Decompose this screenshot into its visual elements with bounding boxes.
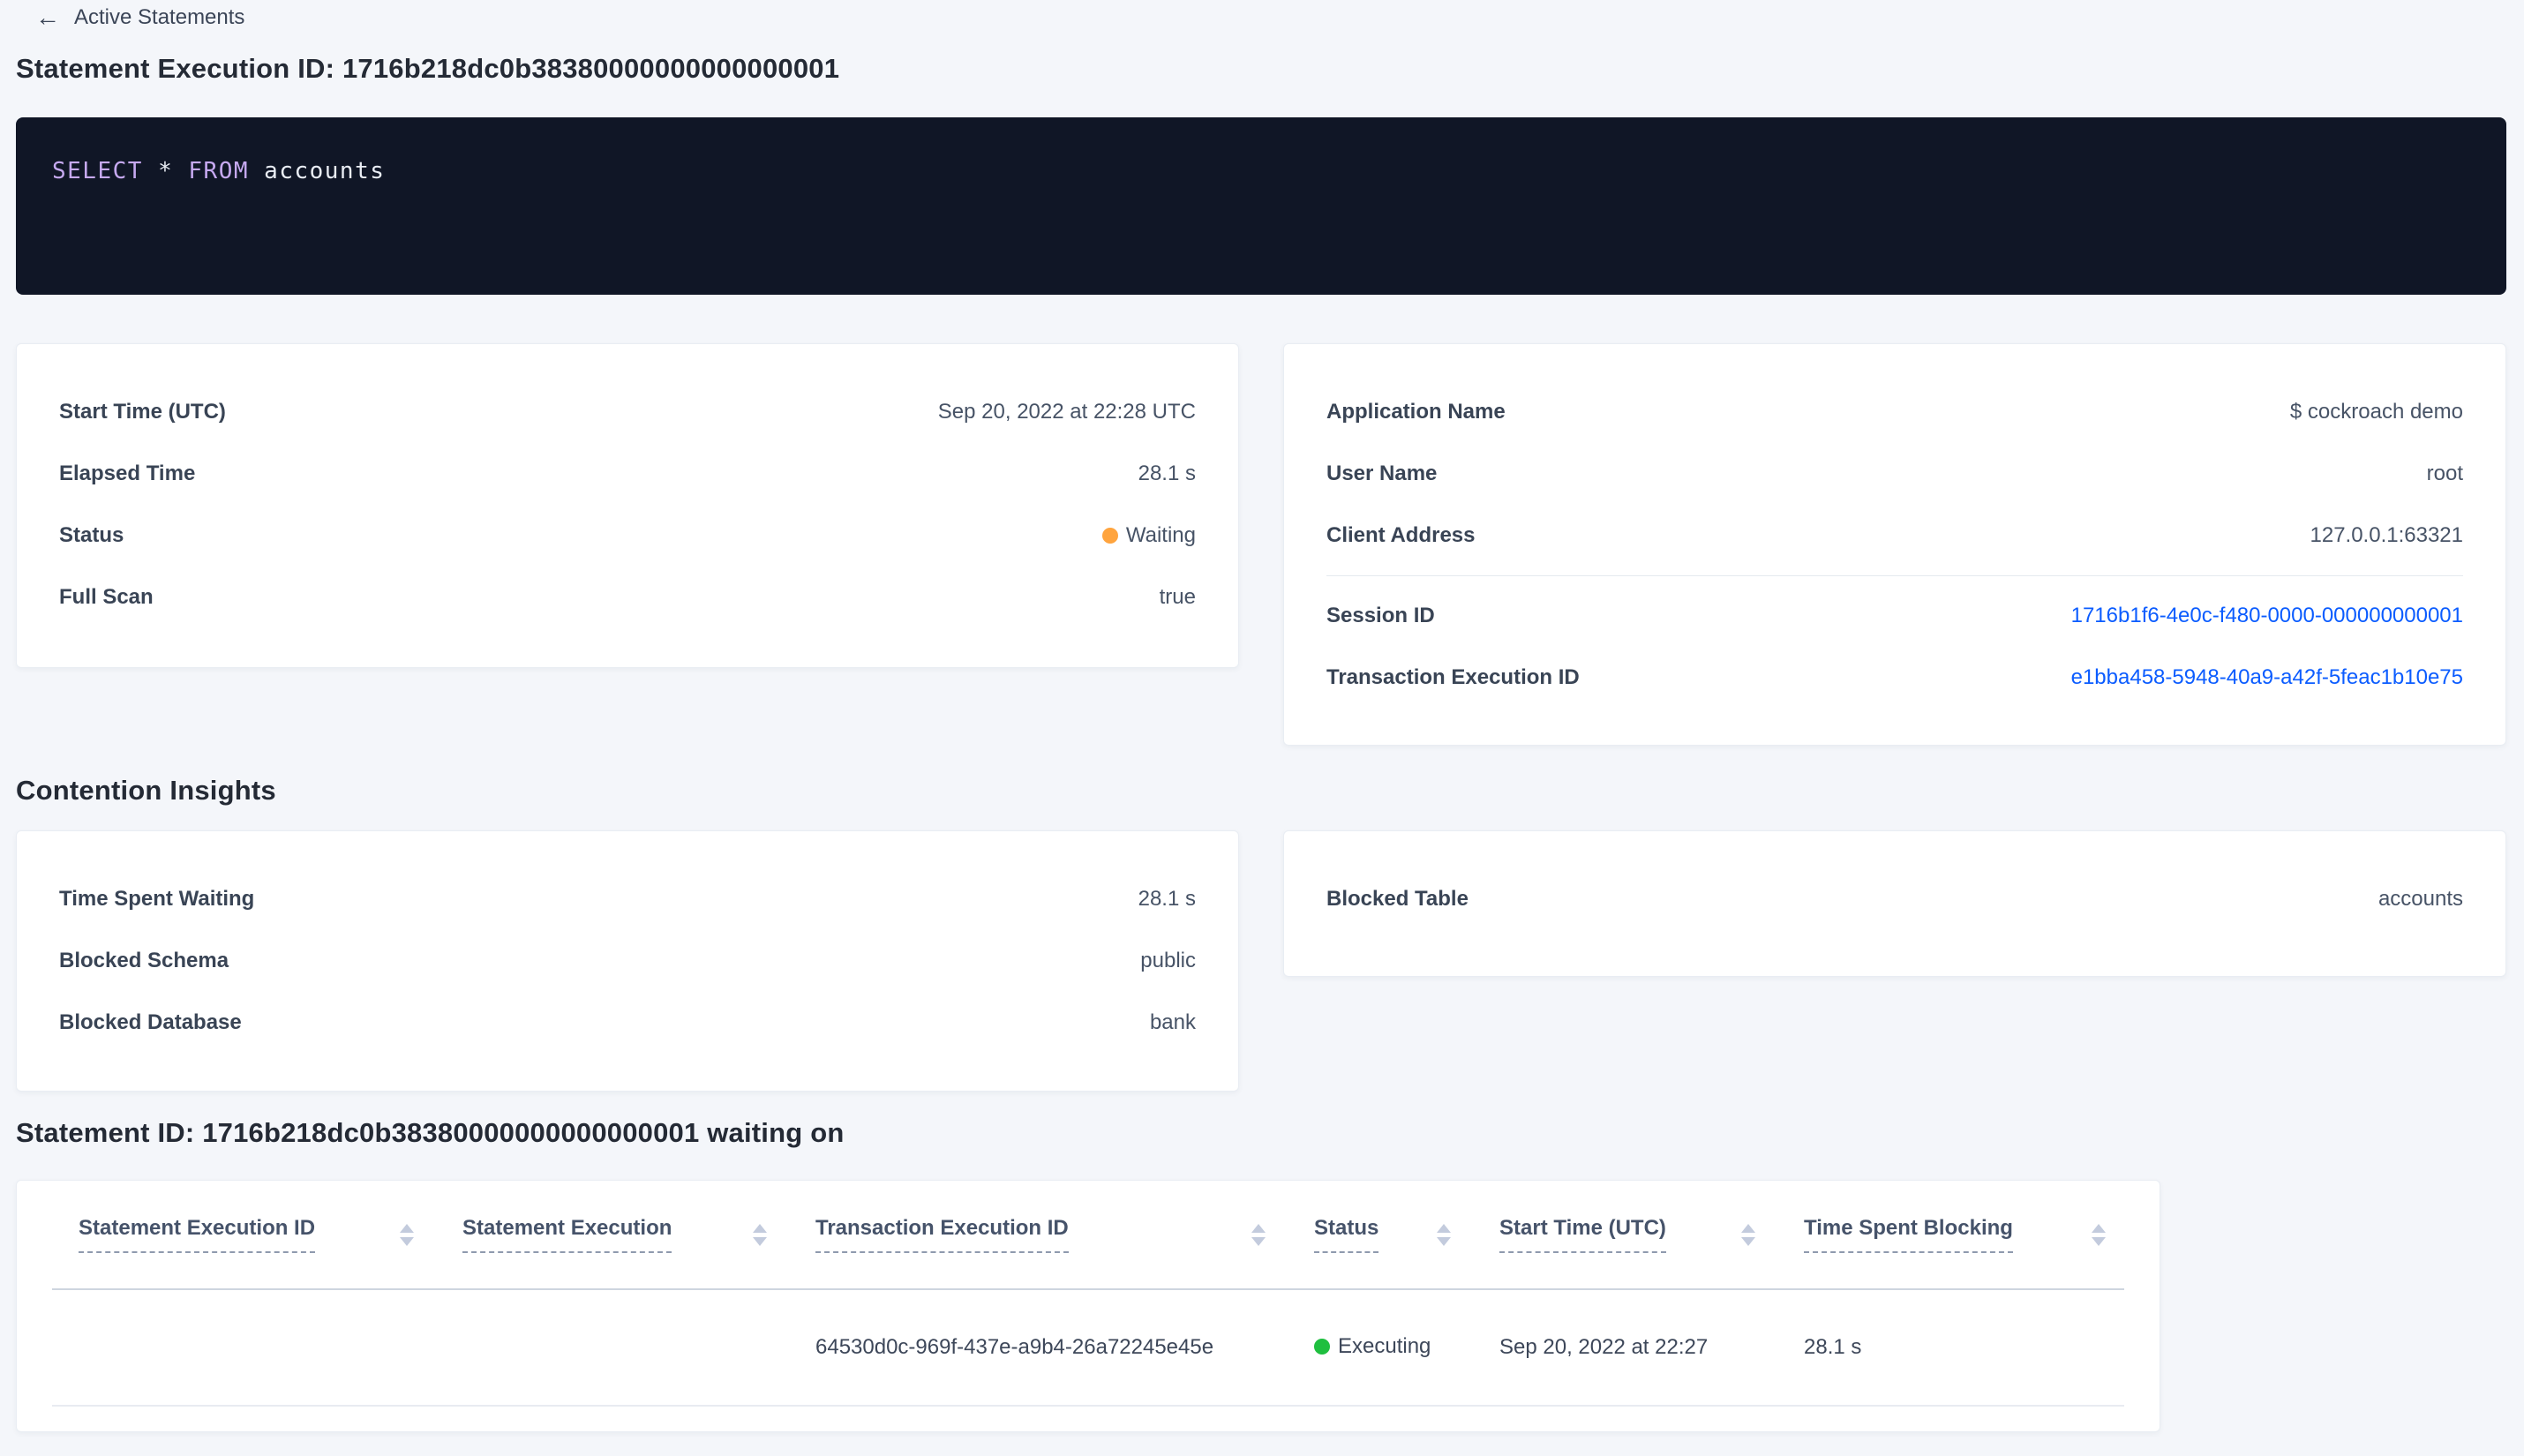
detail-value: accounts [2378, 887, 2463, 911]
waiting-statements-table: Statement Execution ID Statement Executi… [16, 1180, 2160, 1432]
detail-label: Time Spent Waiting [59, 887, 255, 911]
waiting-on-heading: Statement ID: 1716b218dc0b38380000000000… [16, 1117, 845, 1148]
sort-icon[interactable] [1741, 1223, 1755, 1246]
detail-label: Blocked Table [1326, 887, 1469, 911]
sort-icon[interactable] [753, 1223, 767, 1246]
breadcrumb-label: Active Statements [74, 5, 245, 29]
column-header-status[interactable]: Status [1314, 1216, 1499, 1253]
status-executing-dot-icon [1314, 1339, 1330, 1355]
detail-row: Elapsed Time 28.1 s [59, 443, 1196, 505]
execution-details-card: Start Time (UTC) Sep 20, 2022 at 22:28 U… [16, 343, 1239, 668]
column-label: Statement Execution ID [79, 1216, 316, 1253]
detail-label: Session ID [1326, 604, 1435, 627]
sql-statement-box: SELECT * FROM accounts [16, 117, 2506, 295]
cell-time-spent-blocking: 28.1 s [1804, 1335, 1862, 1359]
detail-label: User Name [1326, 462, 1438, 485]
cell-transaction-execution-id: 64530d0c-969f-437e-a9b4-26a72245e45e [815, 1335, 1214, 1359]
detail-value: bank [1149, 1010, 1196, 1034]
column-label: Time Spent Blocking [1804, 1216, 2013, 1253]
detail-row: Transaction Execution ID e1bba458-5948-4… [1326, 647, 2463, 709]
table-row-divider [52, 1405, 2124, 1407]
sort-icon[interactable] [400, 1223, 414, 1246]
session-id-link[interactable]: 1716b1f6-4e0c-f480-0000-000000000001 [2071, 604, 2463, 628]
column-label: Statement Execution [462, 1216, 672, 1253]
detail-row: Full Scan true [59, 567, 1196, 628]
detail-row: Blocked Schema public [59, 930, 1196, 992]
detail-label: Transaction Execution ID [1326, 665, 1580, 689]
status-text: Executing [1338, 1334, 1431, 1358]
contention-right-card: Blocked Table accounts [1283, 830, 2506, 977]
contention-insights-heading: Contention Insights [16, 775, 276, 806]
detail-row: Start Time (UTC) Sep 20, 2022 at 22:28 U… [59, 381, 1196, 443]
cell-start-time: Sep 20, 2022 at 22:27 [1499, 1335, 1709, 1359]
session-details-card: Application Name $ cockroach demo User N… [1283, 343, 2506, 746]
breadcrumb-back-active-statements[interactable]: ← Active Statements [35, 5, 244, 30]
detail-row: Application Name $ cockroach demo [1326, 381, 2463, 443]
column-label: Transaction Execution ID [815, 1216, 1069, 1253]
detail-row: User Name root [1326, 443, 2463, 505]
transaction-execution-id-link[interactable]: e1bba458-5948-40a9-a42f-5feac1b10e75 [2071, 665, 2463, 690]
detail-value: 127.0.0.1:63321 [2310, 523, 2464, 547]
back-arrow-icon: ← [35, 4, 60, 31]
status-badge: Waiting [1101, 523, 1196, 548]
sql-keyword: FROM [188, 158, 250, 184]
detail-row: Blocked Table accounts [1326, 868, 2463, 930]
table-row: 64530d0c-969f-437e-a9b4-26a72245e45e Exe… [79, 1290, 2160, 1405]
column-header-start-time[interactable]: Start Time (UTC) [1499, 1216, 1804, 1253]
sql-table-name: accounts [249, 158, 386, 184]
cell-status: Executing [1314, 1334, 1499, 1361]
status-waiting-dot-icon [1101, 528, 1118, 544]
detail-row: Time Spent Waiting 28.1 s [59, 868, 1196, 930]
detail-label: Start Time (UTC) [59, 400, 226, 424]
column-header-statement-execution[interactable]: Statement Execution [462, 1216, 815, 1253]
column-header-time-spent-blocking[interactable]: Time Spent Blocking [1804, 1216, 2154, 1253]
contention-left-card: Time Spent Waiting 28.1 s Blocked Schema… [16, 830, 1239, 1092]
column-label: Start Time (UTC) [1499, 1216, 1666, 1253]
detail-value: $ cockroach demo [2289, 400, 2463, 424]
detail-label: Status [59, 523, 124, 547]
detail-value: root [2426, 462, 2463, 485]
detail-value: public [1140, 949, 1196, 972]
detail-label: Client Address [1326, 523, 1476, 547]
detail-label: Full Scan [59, 585, 154, 609]
detail-label: Elapsed Time [59, 462, 196, 485]
column-label: Status [1314, 1216, 1379, 1253]
status-text: Waiting [1125, 523, 1196, 547]
detail-row: Session ID 1716b1f6-4e0c-f480-0000-00000… [1326, 585, 2463, 647]
sql-keyword: SELECT [52, 158, 143, 184]
sort-icon[interactable] [1437, 1223, 1451, 1246]
column-header-statement-execution-id[interactable]: Statement Execution ID [79, 1216, 462, 1253]
page-title: Statement Execution ID: 1716b218dc0b3838… [16, 53, 840, 84]
detail-row: Status Waiting [59, 505, 1196, 567]
detail-row: Client Address 127.0.0.1:63321 [1326, 505, 2463, 567]
sort-icon[interactable] [2092, 1223, 2106, 1246]
detail-label: Blocked Schema [59, 949, 229, 972]
detail-row: Blocked Database bank [59, 992, 1196, 1054]
card-divider [1326, 575, 2463, 576]
detail-value: Sep 20, 2022 at 22:28 UTC [937, 400, 1196, 424]
column-header-transaction-execution-id[interactable]: Transaction Execution ID [815, 1216, 1314, 1253]
detail-value: 28.1 s [1138, 462, 1196, 485]
detail-value: 28.1 s [1138, 887, 1196, 911]
sql-statement-text: SELECT * FROM accounts [52, 158, 2470, 184]
detail-value: true [1159, 585, 1196, 609]
table-header-row: Statement Execution ID Statement Executi… [79, 1181, 2160, 1288]
sort-icon[interactable] [1251, 1223, 1266, 1246]
detail-label: Blocked Database [59, 1010, 242, 1034]
detail-label: Application Name [1326, 400, 1506, 424]
sql-operator: * [142, 158, 189, 184]
